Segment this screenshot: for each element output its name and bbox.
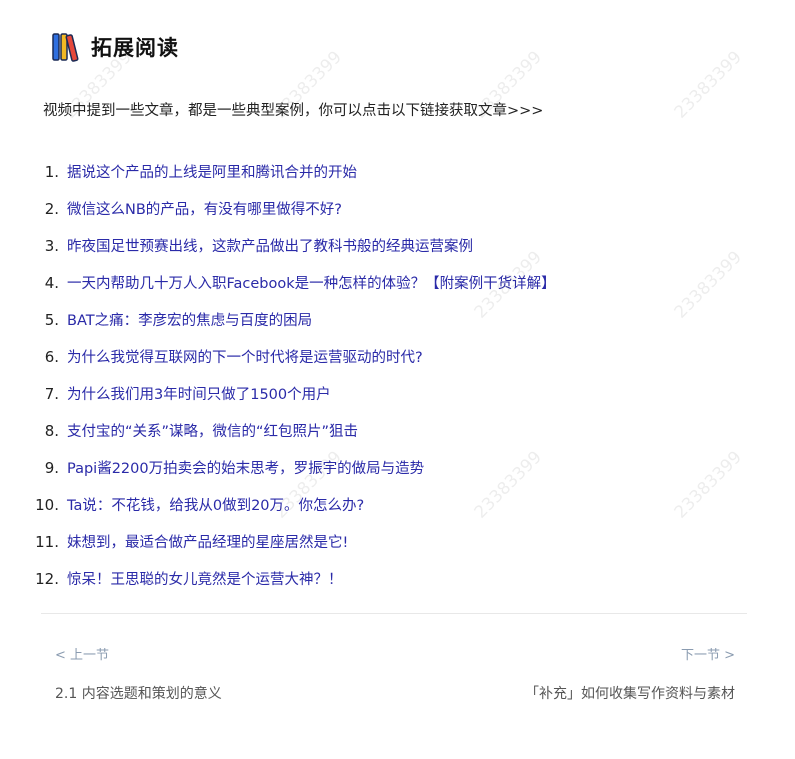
article-link[interactable]: 惊呆！王思聪的女儿竟然是个运营大神？！ xyxy=(67,568,343,589)
article-number: 7. xyxy=(44,384,59,403)
article-item: 8. 支付宝的“关系”谋略，微信的“红包照片”狙击 xyxy=(33,412,556,449)
page: 拓展阅读 视频中提到一些文章，都是一些典型案例，你可以点击以下链接获取文章>>>… xyxy=(0,0,795,759)
article-number: 4. xyxy=(44,273,59,292)
article-item: 4. 一天内帮助几十万人入职Facebook是一种怎样的体验？【附案例干货详解】 xyxy=(33,264,556,301)
page-title: 拓展阅读 xyxy=(91,36,179,60)
article-number: 1. xyxy=(44,162,59,181)
watermark: 23383399 xyxy=(670,447,746,523)
article-item: 10. Ta说：不花钱，给我从0做到20万。你怎么办? xyxy=(33,486,556,523)
article-item: 11. 妹想到，最适合做产品经理的星座居然是它! xyxy=(33,523,556,560)
article-item: 3. 昨夜国足世预赛出线，这款产品做出了教科书般的经典运营案例 xyxy=(33,227,556,264)
article-link[interactable]: 为什么我觉得互联网的下一个时代将是运营驱动的时代? xyxy=(67,346,423,367)
article-link[interactable]: 为什么我们用3年时间只做了1500个用户 xyxy=(67,383,331,404)
prev-section-link[interactable]: < 上一节 xyxy=(55,644,109,663)
prev-section-title[interactable]: 2.1 内容选题和策划的意义 xyxy=(55,683,222,703)
article-number: 12. xyxy=(35,569,59,588)
article-item: 2. 微信这么NB的产品，有没有哪里做得不好? xyxy=(33,190,556,227)
article-item: 12. 惊呆！王思聪的女儿竟然是个运营大神？！ xyxy=(33,560,556,597)
intro-text: 视频中提到一些文章，都是一些典型案例，你可以点击以下链接获取文章>>> xyxy=(43,103,544,119)
article-link[interactable]: Papi酱2200万拍卖会的始末思考，罗振宇的做局与造势 xyxy=(67,457,424,478)
article-item: 7. 为什么我们用3年时间只做了1500个用户 xyxy=(33,375,556,412)
article-link[interactable]: 一天内帮助几十万人入职Facebook是一种怎样的体验？【附案例干货详解】 xyxy=(67,272,556,293)
article-item: 5. BAT之痛：李彦宏的焦虑与百度的困局 xyxy=(33,301,556,338)
article-link[interactable]: Ta说：不花钱，给我从0做到20万。你怎么办? xyxy=(67,494,364,515)
article-item: 1. 据说这个产品的上线是阿里和腾讯合并的开始 xyxy=(33,153,556,190)
divider xyxy=(41,613,747,614)
watermark: 23383399 xyxy=(670,47,746,123)
article-link[interactable]: 支付宝的“关系”谋略，微信的“红包照片”狙击 xyxy=(67,420,358,441)
next-section-link[interactable]: 下一节 > xyxy=(681,644,735,663)
article-number: 2. xyxy=(44,199,59,218)
header: 拓展阅读 xyxy=(51,31,179,63)
article-link[interactable]: 据说这个产品的上线是阿里和腾讯合并的开始 xyxy=(67,161,357,182)
article-number: 6. xyxy=(44,347,59,366)
article-link[interactable]: 妹想到，最适合做产品经理的星座居然是它! xyxy=(67,531,348,552)
article-list: 1. 据说这个产品的上线是阿里和腾讯合并的开始 2. 微信这么NB的产品，有没有哪里做… xyxy=(33,153,556,597)
article-number: 3. xyxy=(44,236,59,255)
article-link[interactable]: BAT之痛：李彦宏的焦虑与百度的困局 xyxy=(67,309,312,330)
article-item: 6. 为什么我觉得互联网的下一个时代将是运营驱动的时代? xyxy=(33,338,556,375)
article-item: 9. Papi酱2200万拍卖会的始末思考，罗振宇的做局与造势 xyxy=(33,449,556,486)
article-number: 8. xyxy=(44,421,59,440)
next-section-title[interactable]: 「补充」如何收集写作资料与素材 xyxy=(525,683,735,703)
article-link[interactable]: 昨夜国足世预赛出线，这款产品做出了教科书般的经典运营案例 xyxy=(67,235,473,256)
books-icon xyxy=(52,33,79,62)
watermark: 23383399 xyxy=(670,247,746,323)
article-number: 11. xyxy=(35,532,59,551)
article-number: 9. xyxy=(44,458,59,477)
article-number: 10. xyxy=(35,495,59,514)
article-number: 5. xyxy=(44,310,59,329)
article-link[interactable]: 微信这么NB的产品，有没有哪里做得不好? xyxy=(67,198,342,219)
